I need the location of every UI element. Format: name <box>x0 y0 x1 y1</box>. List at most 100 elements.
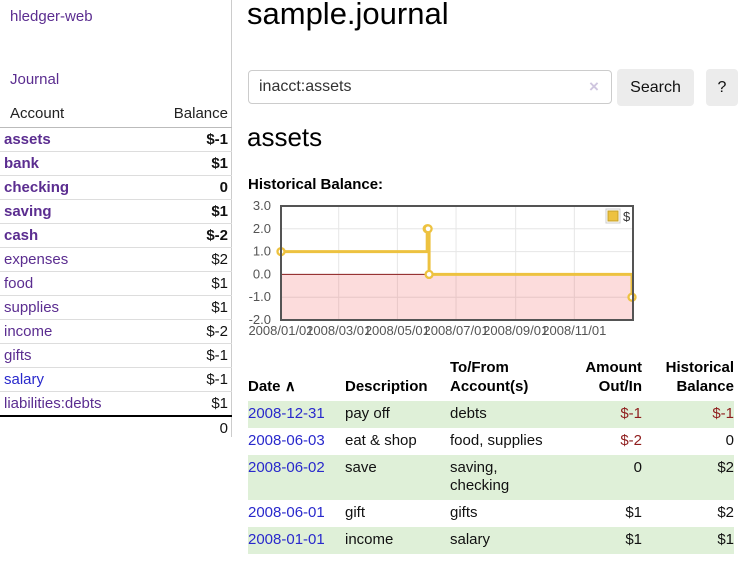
account-column-header: Account <box>0 101 141 128</box>
account-heading: assets <box>247 122 322 153</box>
register-header-row: Date ∧ Description To/From Account(s) Am… <box>248 356 734 401</box>
account-link-food[interactable]: food <box>4 275 33 292</box>
x-axis-tick-label: 2008/11/01 <box>542 323 606 338</box>
amount-column-header: Amount Out/In <box>554 356 642 401</box>
accounts-column-header: To/From Account(s) <box>450 356 554 401</box>
transaction-date-link[interactable]: 2008-06-03 <box>248 432 325 449</box>
transaction-amount: $-2 <box>554 428 642 455</box>
account-link-checking[interactable]: checking <box>4 179 69 196</box>
accounts-header-row: Account Balance <box>0 101 232 128</box>
negative-region <box>281 274 633 320</box>
sort-ascending-icon: ∧ <box>285 378 296 395</box>
account-balance: $1 <box>141 392 232 417</box>
account-balance: $1 <box>141 200 232 224</box>
chart-title: Historical Balance: <box>248 176 383 193</box>
balance-chart-svg: $3.02.01.00.0-1.0-2.02008/01/012008/03/0… <box>240 198 642 348</box>
x-axis-tick-label: 2008/03/01 <box>306 323 371 338</box>
date-column-header[interactable]: Date ∧ <box>248 356 345 401</box>
brand-link[interactable]: hledger-web <box>10 8 93 25</box>
account-row: checking 0 <box>0 176 232 200</box>
accounts-total-row: 0 <box>0 416 232 440</box>
transaction-amount: 0 <box>554 455 642 500</box>
transaction-amount: $1 <box>554 527 642 554</box>
transaction-balance: $1 <box>642 527 734 554</box>
transaction-date-link[interactable]: 2008-06-01 <box>248 504 325 521</box>
accounts-balance-table: Account Balance assets $-1 bank $1 check… <box>0 101 232 440</box>
transaction-balance: $-1 <box>642 401 734 428</box>
account-balance: $2 <box>141 248 232 272</box>
register-table: Date ∧ Description To/From Account(s) Am… <box>248 356 734 554</box>
accounts-total-balance: 0 <box>141 416 232 440</box>
balance-column-header: Balance <box>141 101 232 128</box>
legend-label: $ <box>623 209 631 224</box>
data-point-marker <box>426 271 433 278</box>
y-axis-tick-label: 1.0 <box>253 244 271 259</box>
account-balance: $-1 <box>141 368 232 392</box>
x-axis-tick-label: 2008/01/01 <box>248 323 313 338</box>
x-axis-tick-label: 2008/07/01 <box>423 323 488 338</box>
transaction-date-link[interactable]: 2008-01-01 <box>248 531 325 548</box>
sidebar-item-journal[interactable]: Journal <box>10 71 59 88</box>
account-balance: $-2 <box>141 320 232 344</box>
account-row: gifts $-1 <box>0 344 232 368</box>
y-axis-tick-label: 0.0 <box>253 266 271 281</box>
transaction-balance: $2 <box>642 500 734 527</box>
transaction-accounts: debts <box>450 401 554 428</box>
account-row: bank $1 <box>0 152 232 176</box>
x-axis-tick-label: 2008/05/01 <box>365 323 430 338</box>
account-link-salary[interactable]: salary <box>4 371 44 388</box>
historical-balance-chart: $3.02.01.00.0-1.0-2.02008/01/012008/03/0… <box>240 198 642 348</box>
account-balance: $1 <box>141 272 232 296</box>
account-balance: $-1 <box>141 344 232 368</box>
transaction-amount: $-1 <box>554 401 642 428</box>
account-balance: 0 <box>141 176 232 200</box>
account-link-saving[interactable]: saving <box>4 203 52 220</box>
account-link-liabilities-debts[interactable]: liabilities:debts <box>4 395 102 412</box>
transaction-date-link[interactable]: 2008-06-02 <box>248 459 325 476</box>
account-row: supplies $1 <box>0 296 232 320</box>
transaction-description: eat & shop <box>345 428 450 455</box>
search-input[interactable] <box>248 70 612 104</box>
transaction-accounts: salary <box>450 527 554 554</box>
register-row: 2008-06-03 eat & shop food, supplies $-2… <box>248 428 734 455</box>
account-row: income $-2 <box>0 320 232 344</box>
search-button[interactable]: Search <box>617 69 694 106</box>
account-row: cash $-2 <box>0 224 232 248</box>
account-link-supplies[interactable]: supplies <box>4 299 59 316</box>
transaction-description: pay off <box>345 401 450 428</box>
account-balance: $1 <box>141 152 232 176</box>
account-link-gifts[interactable]: gifts <box>4 347 32 364</box>
account-row: assets $-1 <box>0 128 232 152</box>
account-link-expenses[interactable]: expenses <box>4 251 68 268</box>
register-row: 2008-06-01 gift gifts $1 $2 <box>248 500 734 527</box>
date-header-label: Date <box>248 378 281 395</box>
transaction-balance: $2 <box>642 455 734 500</box>
help-button[interactable]: ? <box>706 69 738 106</box>
transaction-date-link[interactable]: 2008-12-31 <box>248 405 325 422</box>
register-row: 2008-06-02 save saving, checking 0 $2 <box>248 455 734 500</box>
account-row: expenses $2 <box>0 248 232 272</box>
account-link-cash[interactable]: cash <box>4 227 38 244</box>
clear-search-icon[interactable]: × <box>589 78 599 95</box>
account-row: salary $-1 <box>0 368 232 392</box>
transaction-description: income <box>345 527 450 554</box>
transaction-description: gift <box>345 500 450 527</box>
account-link-income[interactable]: income <box>4 323 52 340</box>
account-balance: $-2 <box>141 224 232 248</box>
transaction-accounts: saving, checking <box>450 455 554 500</box>
account-balance: $-1 <box>141 128 232 152</box>
account-link-assets[interactable]: assets <box>4 131 51 148</box>
transaction-description: save <box>345 455 450 500</box>
transaction-amount: $1 <box>554 500 642 527</box>
page-title: sample.journal <box>247 0 449 32</box>
account-link-bank[interactable]: bank <box>4 155 39 172</box>
description-column-header: Description <box>345 356 450 401</box>
account-row: saving $1 <box>0 200 232 224</box>
y-axis-tick-label: 3.0 <box>253 198 271 213</box>
x-axis-tick-label: 2008/09/01 <box>483 323 548 338</box>
y-axis-tick-label: 2.0 <box>253 221 271 236</box>
data-point-marker <box>425 225 432 232</box>
account-row: liabilities:debts $1 <box>0 392 232 417</box>
y-axis-tick-label: -1.0 <box>249 289 271 304</box>
transaction-balance: 0 <box>642 428 734 455</box>
